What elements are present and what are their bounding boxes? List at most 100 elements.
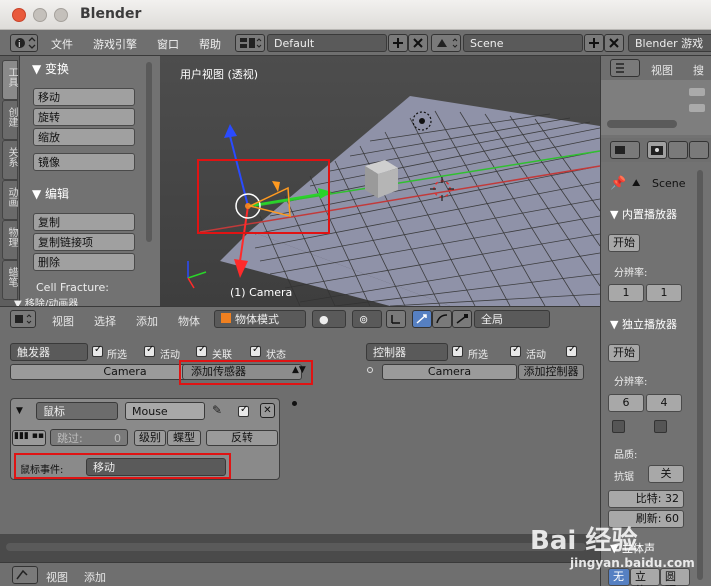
logic-menu-add[interactable]: 添加 (84, 569, 106, 585)
orientation-select[interactable]: 全局 (474, 310, 550, 328)
sensor-state-checkbox[interactable] (250, 344, 261, 357)
embedded-res-x-field[interactable]: 1 (608, 284, 644, 302)
edit-header[interactable]: ▼ 编辑 (32, 185, 69, 202)
pin-icon[interactable]: ✎ (212, 403, 222, 417)
properties-editor-icon[interactable] (610, 141, 640, 159)
controller-state-dot[interactable] (367, 367, 373, 373)
tab-physics[interactable]: 物理 (2, 220, 18, 260)
minimize-window-button[interactable] (33, 8, 47, 22)
sensor-link-socket[interactable] (292, 401, 297, 406)
controller-link-checkbox[interactable] (566, 344, 577, 357)
desktop-checkbox[interactable] (654, 420, 667, 433)
sensor-enable-checkbox[interactable] (238, 404, 249, 417)
outliner-menu-view[interactable]: 视图 (651, 62, 673, 78)
editor-type-logic-icon[interactable] (12, 566, 38, 584)
embedded-start-button[interactable]: 开始 (608, 234, 640, 252)
controller-selected-checkbox[interactable] (452, 344, 463, 357)
tap-toggle[interactable]: 蝶型 (167, 430, 201, 446)
manipulator-toggle-icon[interactable] (386, 310, 406, 328)
screen-layout-icon[interactable] (235, 34, 265, 52)
sensor-collapse-icon[interactable]: ▼ (16, 406, 23, 416)
close-window-button[interactable] (12, 8, 26, 22)
sensor-selected-checkbox[interactable] (92, 344, 103, 357)
interaction-mode-select[interactable]: 物体模式 (214, 310, 306, 328)
viewport-menu-select[interactable]: 选择 (94, 313, 116, 329)
logic-menu-view[interactable]: 视图 (46, 569, 68, 585)
outliner-scrollbar[interactable] (607, 120, 677, 128)
skip-field[interactable]: 跳过: 0 (50, 429, 128, 446)
remove-layout-button[interactable] (408, 34, 428, 52)
pin-scene-icon[interactable]: 📌 (610, 176, 626, 191)
add-layout-button[interactable] (388, 34, 408, 52)
standalone-res-x-field[interactable]: 6 (608, 394, 644, 412)
tab-grease-pencil[interactable]: 蜡笔 (2, 260, 18, 300)
translate-manipulator-icon[interactable] (412, 310, 432, 328)
logic-h-scrollbar[interactable] (6, 543, 586, 551)
pivot-select[interactable]: ⊚ (352, 310, 382, 328)
controller-object-camera[interactable]: Camera (382, 364, 517, 380)
scale-manipulator-icon[interactable] (452, 310, 472, 328)
sensor-delete-icon[interactable]: ✕ (260, 403, 275, 418)
maximize-window-button[interactable] (54, 8, 68, 22)
duplicate-linked-button[interactable]: 复制链接项 (33, 233, 135, 251)
stereo-none-option[interactable]: 无 (608, 568, 630, 586)
add-controller-dropdown[interactable]: 添加控制器 (518, 364, 584, 380)
move-button[interactable]: 移动 (33, 88, 135, 106)
standalone-start-button[interactable]: 开始 (608, 344, 640, 362)
editor-type-info-icon[interactable]: i (10, 34, 38, 52)
pulse-mode-icons[interactable]: ▮▮▮ ▪▪ (12, 430, 46, 446)
antialias-select[interactable]: 关 (648, 465, 684, 483)
controllers-dropdown[interactable]: 控制器 (366, 343, 448, 361)
scene-tab-icon[interactable] (689, 141, 709, 159)
scale-button[interactable]: 缩放 (33, 128, 135, 146)
standalone-player-header[interactable]: ▼ 独立播放器 (610, 316, 677, 332)
bits-field[interactable]: 比特: 32 (608, 490, 684, 508)
rotate-manipulator-icon[interactable] (432, 310, 452, 328)
remove-scene-button[interactable] (604, 34, 624, 52)
viewport-menu-object[interactable]: 物体 (178, 313, 200, 329)
sensor-type-select[interactable]: 鼠标 (36, 402, 118, 420)
delete-button[interactable]: 删除 (33, 253, 135, 271)
standalone-res-y-field[interactable]: 4 (646, 394, 682, 412)
tab-animation[interactable]: 动画 (2, 180, 18, 220)
duplicate-button[interactable]: 复制 (33, 213, 135, 231)
screen-layout-field[interactable]: Default (267, 34, 387, 52)
menu-help[interactable]: 帮助 (199, 36, 221, 52)
outliner-editor-icon[interactable] (610, 59, 640, 77)
viewport-menu-add[interactable]: 添加 (136, 313, 158, 329)
stereo-stereo-option[interactable]: 立体 (630, 568, 660, 586)
sensor-name-field[interactable]: Mouse (125, 402, 205, 420)
transform-header[interactable]: ▼ 变换 (32, 60, 69, 77)
controller-active-checkbox[interactable] (510, 344, 521, 357)
toolshelf-scrollbar[interactable] (146, 62, 152, 242)
sensors-dropdown[interactable]: 触发器 (10, 343, 88, 361)
menu-file[interactable]: 文件 (51, 36, 73, 52)
stereo-dome-option[interactable]: 圆顶 (660, 568, 690, 586)
shading-select[interactable]: ● (312, 310, 346, 328)
layers-tab-icon[interactable] (668, 141, 688, 159)
render-tab-icon[interactable] (647, 141, 667, 159)
properties-header (601, 138, 711, 162)
level-toggle[interactable]: 级别 (134, 430, 166, 446)
rotate-button[interactable]: 旋转 (33, 108, 135, 126)
add-scene-button[interactable] (584, 34, 604, 52)
render-engine-field[interactable]: Blender 游戏 (628, 34, 711, 52)
properties-scrollbar[interactable] (697, 170, 703, 580)
viewport-menu-view[interactable]: 视图 (52, 313, 74, 329)
tab-tools[interactable]: 工具 (2, 60, 18, 100)
embedded-player-header[interactable]: ▼ 内置播放器 (610, 206, 677, 222)
tab-create[interactable]: 创建 (2, 100, 18, 140)
editor-type-3d-icon[interactable] (10, 310, 36, 328)
mirror-button[interactable]: 镜像 (33, 153, 135, 171)
sensor-link-checkbox[interactable] (196, 344, 207, 357)
sensor-active-checkbox[interactable] (144, 344, 155, 357)
invert-toggle[interactable]: 反转 (206, 430, 278, 446)
scene-icon[interactable] (431, 34, 461, 52)
menu-game-engine[interactable]: 游戏引擎 (93, 36, 137, 52)
fullscreen-checkbox[interactable] (612, 420, 625, 433)
scene-field[interactable]: Scene (463, 34, 583, 52)
outliner-view[interactable] (601, 80, 711, 135)
tab-relations[interactable]: 关系 (2, 140, 18, 180)
embedded-res-y-field[interactable]: 1 (646, 284, 682, 302)
menu-window[interactable]: 窗口 (157, 36, 179, 52)
